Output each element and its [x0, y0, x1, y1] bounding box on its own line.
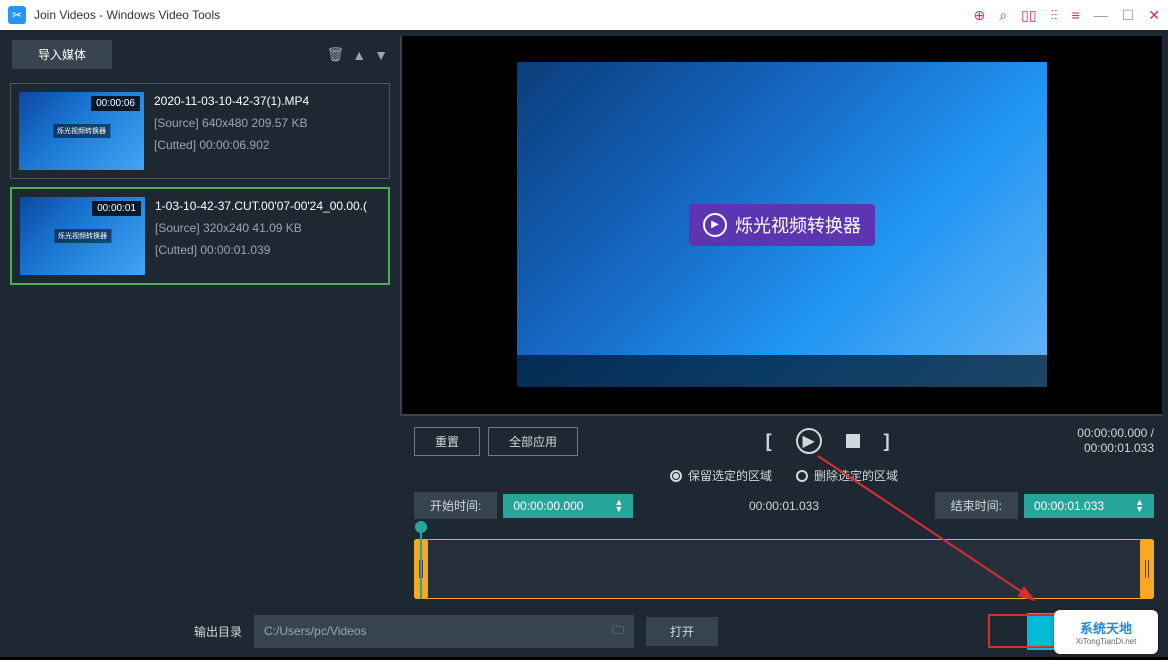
start-time-input[interactable]: 00:00:00.000▲▼ — [503, 494, 633, 518]
open-folder-button[interactable]: 打开 — [646, 617, 718, 646]
end-time-label: 结束时间: — [935, 492, 1018, 519]
import-media-button[interactable]: 导入媒体 — [12, 40, 112, 69]
time-display: 00:00:00.000 / 00:00:01.033 — [1077, 426, 1154, 457]
media-cutted-info: [Cutted] 00:00:01.039 — [155, 243, 367, 257]
minimize-button[interactable]: — — [1094, 7, 1108, 23]
apply-all-button[interactable]: 全部应用 — [488, 427, 578, 456]
media-source-info: [Source] 320x240 41.09 KB — [155, 221, 367, 235]
delete-icon[interactable]: 🗑 — [327, 46, 345, 63]
preview-watermark: ▶ 烁光视频转换器 — [689, 204, 875, 246]
layout-icon[interactable]: ▯▯ — [1021, 7, 1036, 24]
controls-panel: 重置 全部应用 [ ▶ ] 00:00:00.000 / 00:00:01.03… — [400, 416, 1168, 605]
output-path-input[interactable]: C:/Users/pc/Videos 🗀 — [254, 615, 634, 648]
media-filename: 1-03-10-42-37.CUT.00'07-00'24_00.00.( — [155, 199, 367, 213]
duration-badge: 00:00:01 — [92, 201, 141, 216]
app-icon: ✂ — [8, 6, 26, 24]
media-item[interactable]: 烁光视频转换器 00:00:01 1-03-10-42-37.CUT.00'07… — [10, 187, 390, 285]
timeline-handle-right[interactable] — [1140, 539, 1154, 599]
video-preview: ▶ 烁光视频转换器 — [400, 36, 1162, 416]
merge-button[interactable]: 合 — [1027, 613, 1152, 650]
menu-icon[interactable]: ≡ — [1072, 7, 1080, 23]
end-time-input[interactable]: 00:00:01.033▲▼ — [1024, 494, 1154, 518]
duration-badge: 00:00:06 — [91, 96, 140, 111]
timeline[interactable] — [414, 527, 1154, 599]
duration-display: 00:00:01.033 — [639, 499, 928, 513]
mark-in-button[interactable]: [ — [766, 431, 772, 452]
delete-region-radio[interactable]: 删除选定的区域 — [796, 467, 898, 484]
media-thumbnail: 烁光视频转换器 00:00:01 — [20, 197, 145, 275]
close-button[interactable]: ✕ — [1148, 7, 1160, 24]
timeline-playhead[interactable] — [420, 527, 422, 599]
move-down-icon[interactable]: ▼ — [374, 47, 388, 63]
play-button[interactable]: ▶ — [796, 428, 822, 454]
output-dir-label: 输出目录 — [194, 623, 242, 640]
title-bar: ✂ Join Videos - Windows Video Tools ⊕ ⌕ … — [0, 0, 1168, 30]
media-cutted-info: [Cutted] 00:00:06.902 — [154, 138, 309, 152]
footer-bar: 输出目录 C:/Users/pc/Videos 🗀 打开 合 — [0, 605, 1168, 657]
media-sidebar: 导入媒体 🗑 ▲ ▼ 烁光视频转换器 00:00:06 2020-11-03-1… — [0, 30, 400, 605]
media-item[interactable]: 烁光视频转换器 00:00:06 2020-11-03-10-42-37(1).… — [10, 83, 390, 179]
cart-icon[interactable]: ⊕ — [974, 7, 986, 24]
key-icon[interactable]: ⌕ — [999, 7, 1007, 24]
window-title: Join Videos - Windows Video Tools — [34, 8, 220, 22]
stop-button[interactable] — [846, 434, 860, 448]
settings-icon[interactable]: ⫶⫶ — [1051, 7, 1058, 24]
folder-icon[interactable]: 🗀 — [612, 621, 624, 642]
mark-out-button[interactable]: ] — [884, 431, 890, 452]
maximize-button[interactable]: ☐ — [1122, 7, 1135, 24]
media-filename: 2020-11-03-10-42-37(1).MP4 — [154, 94, 309, 108]
keep-region-radio[interactable]: 保留选定的区域 — [670, 467, 772, 484]
media-thumbnail: 烁光视频转换器 00:00:06 — [19, 92, 144, 170]
reset-button[interactable]: 重置 — [414, 427, 480, 456]
move-up-icon[interactable]: ▲ — [352, 47, 366, 63]
media-source-info: [Source] 640x480 209.57 KB — [154, 116, 309, 130]
start-time-label: 开始时间: — [414, 492, 497, 519]
